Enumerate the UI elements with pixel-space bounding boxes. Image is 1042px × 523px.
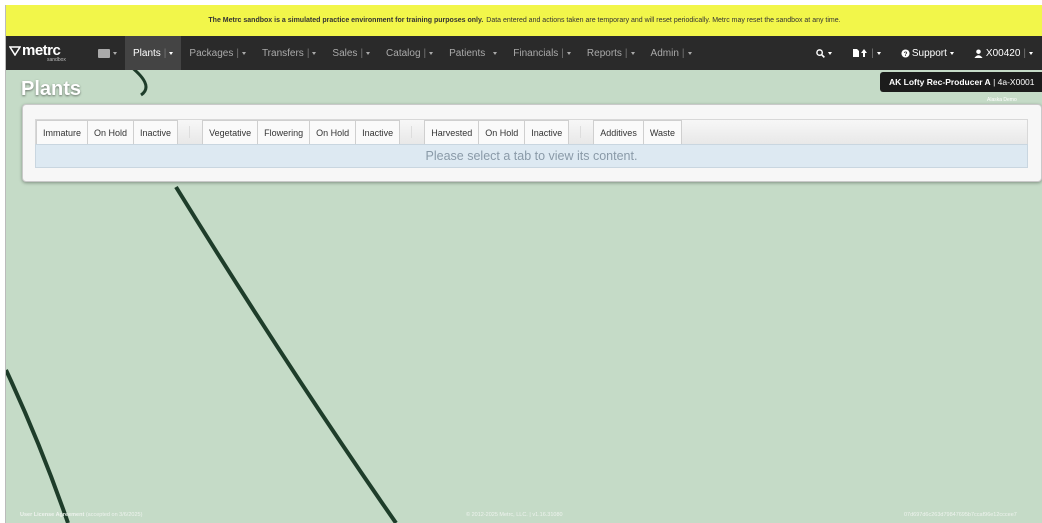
- tab-divider: [411, 126, 413, 138]
- chevron-down-icon: [366, 51, 371, 55]
- chevron-down-icon: [566, 51, 571, 55]
- support-menu[interactable]: ? Support: [891, 36, 964, 70]
- nav-admin[interactable]: Admin |: [643, 36, 700, 70]
- tab-waste[interactable]: Waste: [642, 120, 682, 145]
- messages-menu[interactable]: [94, 36, 125, 70]
- nav-patients[interactable]: Patients: [441, 36, 505, 70]
- nav-sales[interactable]: Sales |: [324, 36, 378, 70]
- tab-immature-on-hold[interactable]: On Hold: [87, 120, 135, 145]
- chevron-down-icon: [876, 51, 881, 55]
- chevron-down-icon: [687, 51, 692, 55]
- chevron-down-icon: [1029, 51, 1033, 55]
- facility-name: AK Lofty Rec-Producer A: [889, 77, 991, 87]
- tab-flowering-inactive[interactable]: Inactive: [355, 120, 401, 145]
- search-menu[interactable]: [806, 36, 842, 70]
- nav-admin-label: Admin: [650, 47, 679, 59]
- nav-catalog-label: Catalog: [386, 47, 421, 59]
- metrc-logo[interactable]: metrc sandbox: [6, 36, 94, 70]
- nav-reports-label: Reports: [586, 47, 622, 59]
- chevron-down-icon: [241, 51, 246, 55]
- logo-sub: sandbox: [47, 57, 66, 63]
- license-accepted-note: (accepted on 3/6/2025): [85, 512, 143, 518]
- user-icon: [974, 48, 983, 58]
- tab-immature[interactable]: Immature: [36, 120, 89, 145]
- search-icon: [816, 48, 826, 58]
- tab-flowering[interactable]: Flowering: [257, 120, 311, 145]
- nav-sales-label: Sales: [332, 47, 358, 59]
- build-hash: 07d697d6c263d79847695b7ccaf96e12cccee7: [904, 512, 1017, 518]
- nav-transfers[interactable]: Transfers |: [254, 36, 324, 70]
- page-footer: User License Agreement (accepted on 3/6/…: [6, 507, 1042, 523]
- chevron-down-icon: [493, 51, 498, 55]
- banner-text: Data entered and actions taken are tempo…: [486, 17, 841, 24]
- plants-tabstrip: Immature On Hold Inactive Vegetative Flo…: [35, 119, 1028, 145]
- tab-harvested[interactable]: Harvested: [424, 120, 480, 145]
- user-menu[interactable]: X00420 |: [964, 36, 1042, 70]
- chevron-down-icon: [113, 51, 117, 55]
- background-curve: [6, 369, 70, 523]
- tab-vegetative[interactable]: Vegetative: [202, 120, 259, 145]
- chevron-down-icon: [828, 51, 833, 55]
- nav-plants[interactable]: Plants |: [125, 36, 182, 70]
- user-label: X00420: [985, 47, 1021, 59]
- nav-catalog[interactable]: Catalog |: [378, 36, 441, 70]
- question-circle-icon: ?: [901, 48, 910, 58]
- main-navbar: metrc sandbox Plants | Packages | Transf…: [6, 36, 1042, 70]
- license-agreement-link[interactable]: User License Agreement: [20, 512, 84, 518]
- nav-plants-label: Plants: [133, 47, 161, 59]
- nav-packages-label: Packages: [189, 47, 234, 59]
- nav-patients-label: Patients: [449, 47, 486, 59]
- plants-panel: Immature On Hold Inactive Vegetative Flo…: [22, 104, 1042, 182]
- tab-immature-inactive[interactable]: Inactive: [133, 120, 179, 145]
- copyright-text: © 2012-2025 Metrc, LLC. | v1.16.31080: [466, 512, 563, 518]
- chevron-down-icon: [429, 51, 434, 55]
- navbar-right: | ? Support X00420 |: [806, 36, 1042, 70]
- facility-state: Alaska Demo: [987, 97, 1017, 103]
- chevron-down-icon: [169, 51, 174, 55]
- nav-transfers-label: Transfers: [261, 47, 304, 59]
- envelope-icon: [98, 48, 110, 58]
- app-frame: The Metrc sandbox is a simulated practic…: [5, 5, 1042, 523]
- tab-additives[interactable]: Additives: [593, 120, 644, 145]
- tab-harvested-inactive[interactable]: Inactive: [524, 120, 570, 145]
- tab-divider: [189, 126, 191, 138]
- tab-divider: [580, 126, 582, 138]
- tab-content-placeholder: Please select a tab to view its content.: [35, 144, 1028, 168]
- help-menu[interactable]: |: [842, 36, 891, 70]
- sandbox-banner: The Metrc sandbox is a simulated practic…: [6, 5, 1042, 36]
- facility-selector[interactable]: AK Lofty Rec-Producer A | 4a-X0001: [880, 72, 1042, 92]
- license-agreement: User License Agreement (accepted on 3/6/…: [20, 512, 142, 518]
- tab-flowering-on-hold[interactable]: On Hold: [309, 120, 357, 145]
- tab-harvested-on-hold[interactable]: On Hold: [478, 120, 526, 145]
- chevron-down-icon: [949, 51, 954, 55]
- file-upload-icon: [853, 49, 868, 57]
- facility-license: | 4a-X0001: [993, 77, 1035, 87]
- chevron-down-icon: [312, 51, 317, 55]
- nav-financials[interactable]: Financials |: [505, 36, 579, 70]
- background-curve: [174, 185, 398, 523]
- banner-bold-text: The Metrc sandbox is a simulated practic…: [208, 17, 484, 24]
- page-title: Plants: [21, 78, 82, 100]
- nav-reports[interactable]: Reports |: [579, 36, 643, 70]
- support-label: Support: [911, 47, 947, 59]
- leaf-icon: [9, 46, 21, 56]
- nav-financials-label: Financials: [513, 47, 559, 59]
- svg-text:?: ?: [903, 51, 907, 58]
- chevron-down-icon: [630, 51, 635, 55]
- nav-packages[interactable]: Packages |: [181, 36, 254, 70]
